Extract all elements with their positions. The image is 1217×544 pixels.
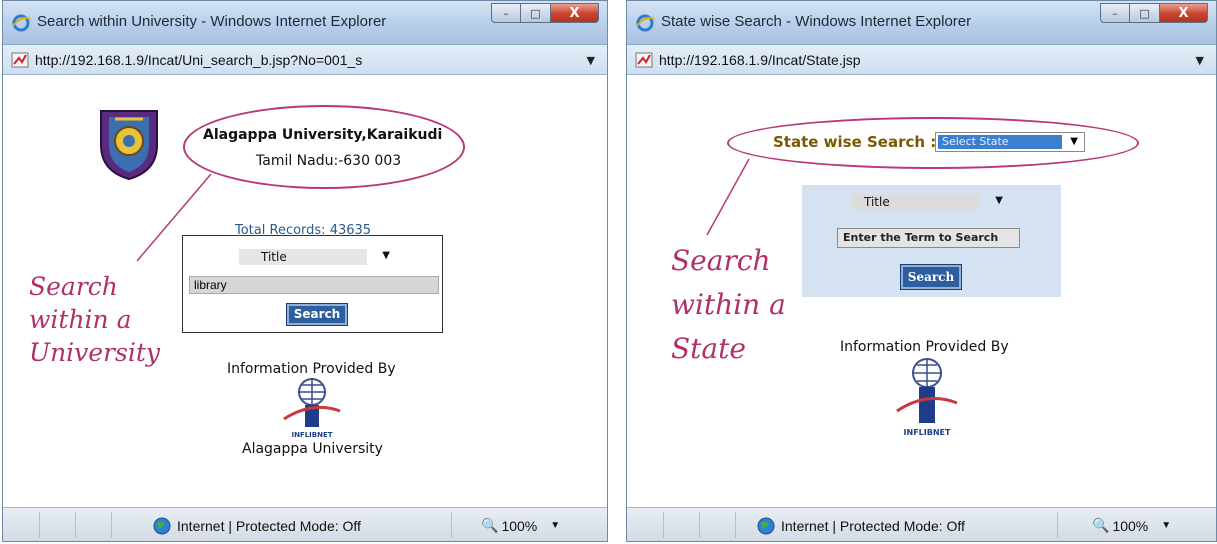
window-title: State wise Search - Windows Internet Exp… bbox=[661, 13, 972, 30]
annotation-search-within-state: Search within a State bbox=[671, 239, 786, 371]
security-zone[interactable]: Internet | Protected Mode: Off bbox=[153, 517, 361, 535]
annotation-line-3: University bbox=[29, 338, 161, 367]
right-title-bar[interactable]: State wise Search - Windows Internet Exp… bbox=[627, 1, 1216, 45]
zoom-level: 100% bbox=[501, 517, 538, 534]
selected-field: Title bbox=[239, 249, 367, 265]
search-button[interactable]: Search bbox=[286, 303, 348, 326]
inflibnet-text: INFLIBNET bbox=[904, 428, 951, 437]
annotation-line-2: within a bbox=[671, 288, 786, 321]
window-controls: – □ X bbox=[1100, 3, 1208, 25]
maximize-button[interactable]: □ bbox=[521, 3, 551, 23]
status-bar: Internet | Protected Mode: Off 🔍 100% ▼ bbox=[3, 507, 607, 541]
page-icon bbox=[635, 52, 653, 68]
status-separator bbox=[663, 512, 664, 538]
chevron-down-icon[interactable]: ▼ bbox=[1070, 136, 1078, 147]
university-logo bbox=[100, 110, 158, 181]
state-select[interactable]: Select State ▼ bbox=[935, 132, 1085, 152]
state-search-label: State wise Search : bbox=[773, 133, 937, 151]
security-zone[interactable]: Internet | Protected Mode: Off bbox=[757, 517, 965, 535]
chevron-down-icon[interactable]: ▼ bbox=[382, 250, 390, 261]
search-input[interactable]: Enter the Term to Search bbox=[837, 228, 1020, 248]
zoom-icon: 🔍 bbox=[1092, 517, 1110, 533]
address-bar[interactable]: http://192.168.1.9/Incat/State.jsp ▼ bbox=[627, 45, 1216, 75]
window-controls: – □ X bbox=[491, 3, 599, 25]
status-bar: Internet | Protected Mode: Off 🔍 100% ▼ bbox=[627, 507, 1216, 541]
address-bar[interactable]: http://192.168.1.9/Incat/Uni_search_b.js… bbox=[3, 45, 607, 75]
status-text: Internet | Protected Mode: Off bbox=[781, 518, 965, 534]
annotation-search-within-university: Search within a University bbox=[29, 270, 160, 369]
inflibnet-logo: INFLIBNET bbox=[283, 378, 341, 439]
status-separator bbox=[111, 512, 112, 538]
minimize-button[interactable]: – bbox=[1100, 3, 1130, 23]
annotation-ellipse bbox=[183, 105, 465, 189]
university-name: Alagappa University,Karaikudi bbox=[203, 127, 443, 143]
zoom-level: 100% bbox=[1112, 517, 1149, 534]
maximize-button[interactable]: □ bbox=[1130, 3, 1160, 23]
zoom-icon: 🔍 bbox=[481, 517, 499, 533]
info-provided-by: Information Provided By bbox=[840, 339, 1009, 355]
annotation-line-1: Search bbox=[29, 272, 118, 301]
page-content: Alagappa University,Karaikudi Tamil Nadu… bbox=[7, 77, 603, 505]
status-separator bbox=[735, 512, 736, 538]
chevron-down-icon[interactable]: ▼ bbox=[995, 195, 1003, 206]
address-dropdown-icon[interactable]: ▼ bbox=[1196, 54, 1204, 67]
inflibnet-text: INFLIBNET bbox=[291, 431, 332, 439]
status-separator bbox=[75, 512, 76, 538]
address-dropdown-icon[interactable]: ▼ bbox=[587, 54, 595, 67]
ie-logo-icon bbox=[12, 14, 31, 32]
url-text[interactable]: http://192.168.1.9/Incat/State.jsp bbox=[659, 52, 861, 68]
inflibnet-logo: INFLIBNET bbox=[896, 358, 958, 437]
status-separator bbox=[451, 512, 452, 538]
annotation-line-2: within a bbox=[29, 305, 132, 334]
zoom-control[interactable]: 🔍 100% ▼ bbox=[1092, 517, 1171, 534]
window-title: Search within University - Windows Inter… bbox=[37, 13, 387, 30]
annotation-line-1: Search bbox=[671, 244, 771, 277]
page-icon bbox=[11, 52, 29, 68]
annotation-line-3: State bbox=[671, 332, 746, 365]
university-footer: Alagappa University bbox=[242, 441, 383, 457]
status-separator bbox=[39, 512, 40, 538]
chevron-down-icon[interactable]: ▼ bbox=[550, 520, 560, 531]
url-text[interactable]: http://192.168.1.9/Incat/Uni_search_b.js… bbox=[35, 52, 362, 68]
search-input[interactable]: library bbox=[189, 276, 439, 294]
search-field-select[interactable]: Title ▼ bbox=[852, 193, 1007, 211]
ie-logo-icon bbox=[636, 14, 655, 32]
zoom-control[interactable]: 🔍 100% ▼ bbox=[481, 517, 560, 534]
selected-field: Title bbox=[852, 194, 980, 210]
status-separator bbox=[1057, 512, 1058, 538]
close-button[interactable]: X bbox=[551, 3, 599, 23]
selected-state: Select State bbox=[938, 135, 1062, 149]
left-browser-window: Search within University - Windows Inter… bbox=[2, 0, 608, 542]
globe-icon bbox=[757, 517, 775, 535]
status-text: Internet | Protected Mode: Off bbox=[177, 518, 361, 534]
search-field-select[interactable]: Title ▼ bbox=[239, 248, 396, 266]
page-content: State wise Search : Select State ▼ Title… bbox=[631, 77, 1212, 505]
close-button[interactable]: X bbox=[1160, 3, 1208, 23]
minimize-button[interactable]: – bbox=[491, 3, 521, 23]
right-browser-window: State wise Search - Windows Internet Exp… bbox=[626, 0, 1217, 542]
chevron-down-icon[interactable]: ▼ bbox=[1161, 520, 1171, 531]
search-button[interactable]: Search bbox=[900, 264, 962, 290]
info-provided-by: Information Provided By bbox=[227, 361, 396, 377]
globe-icon bbox=[153, 517, 171, 535]
status-separator bbox=[699, 512, 700, 538]
left-title-bar[interactable]: Search within University - Windows Inter… bbox=[3, 1, 607, 45]
university-address: Tamil Nadu:-630 003 bbox=[256, 153, 402, 169]
